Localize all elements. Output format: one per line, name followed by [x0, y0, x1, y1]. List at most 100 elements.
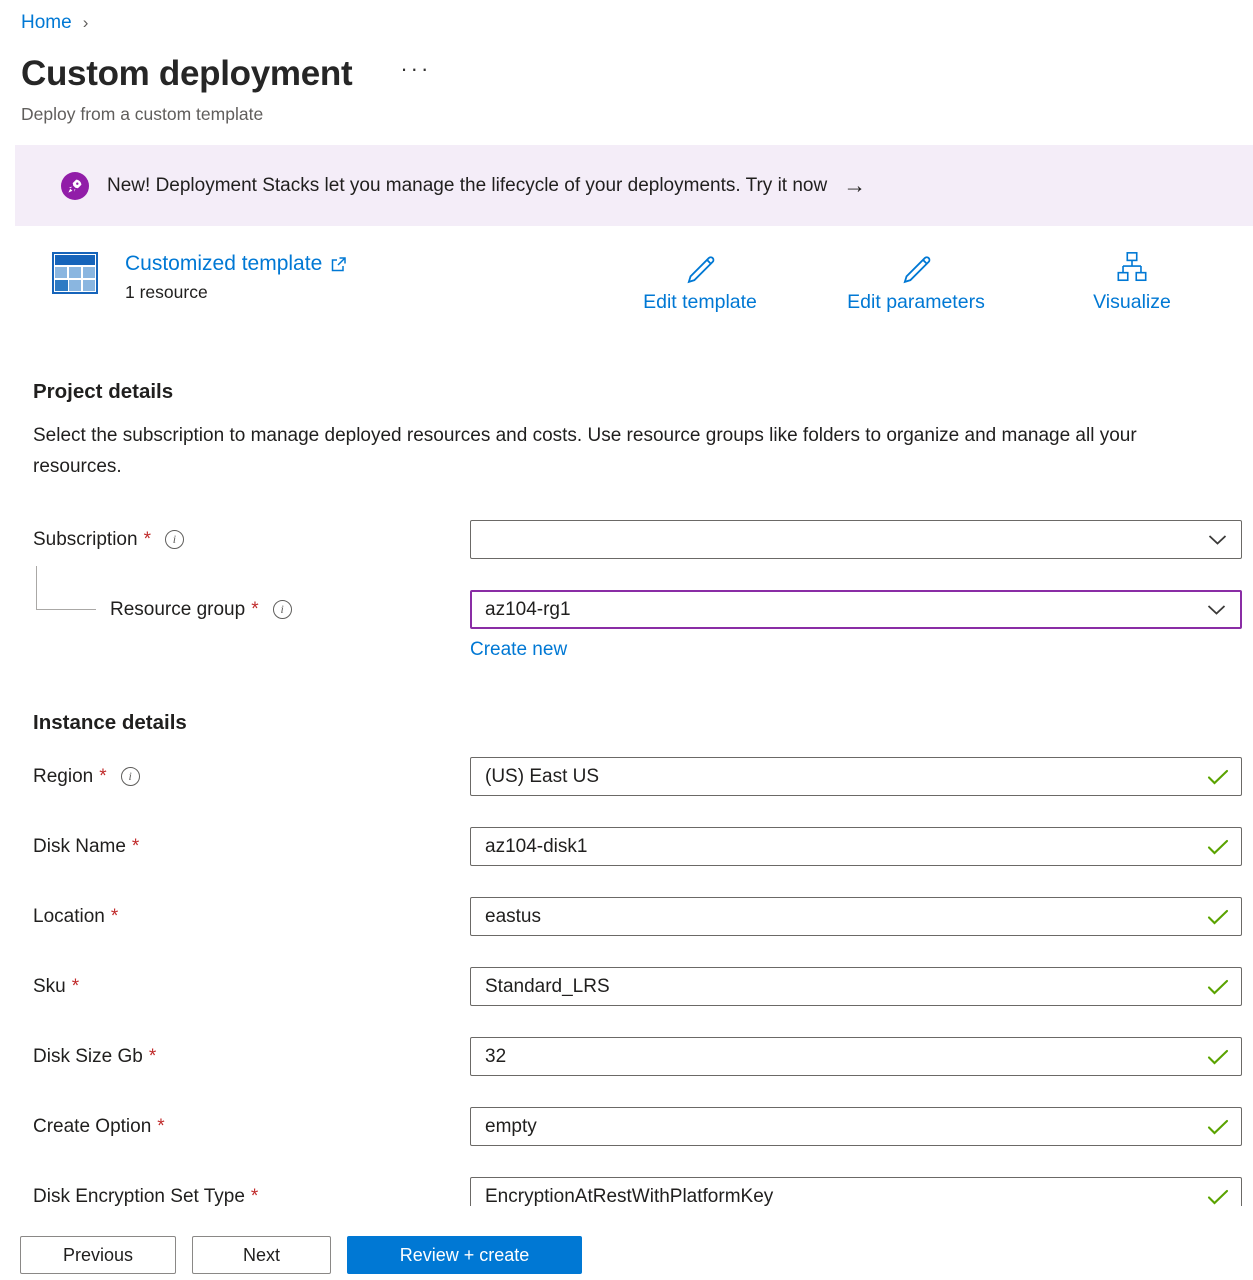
region-input[interactable]: [485, 766, 1227, 788]
create-new-link[interactable]: Create new: [470, 639, 567, 661]
subscription-label: Subscription * i: [33, 529, 470, 551]
create-option-input[interactable]: [485, 1116, 1227, 1138]
edit-template-label: Edit template: [643, 291, 757, 314]
template-link-label: Customized template: [125, 252, 322, 276]
project-details-description: Select the subscription to manage deploy…: [33, 420, 1183, 482]
location-field: [470, 897, 1242, 936]
template-info: Customized template 1 resource: [125, 252, 346, 324]
chevron-down-icon: [1207, 604, 1226, 615]
edit-template-button[interactable]: Edit template: [592, 250, 808, 314]
disk-name-input[interactable]: [485, 836, 1227, 858]
valid-check-icon: [1207, 1189, 1229, 1205]
disk-name-label: Disk Name *: [33, 836, 470, 858]
info-icon[interactable]: i: [121, 767, 140, 786]
next-button[interactable]: Next: [192, 1236, 331, 1274]
subscription-label-text: Subscription: [33, 529, 138, 551]
banner-arrow-icon[interactable]: →: [843, 172, 866, 199]
resource-group-row: Resource group * i az104-rg1: [33, 590, 1253, 629]
page-title: Custom deployment: [21, 54, 352, 94]
location-label: Location *: [33, 906, 470, 928]
disk-size-row: Disk Size Gb *: [33, 1037, 1253, 1076]
valid-check-icon: [1207, 909, 1229, 925]
tree-connector: [36, 566, 96, 610]
sku-row: Sku *: [33, 967, 1253, 1006]
location-input[interactable]: [485, 906, 1227, 928]
title-row: Custom deployment ···: [21, 54, 1253, 94]
disk-encryption-set-type-input[interactable]: [485, 1186, 1227, 1208]
subscription-row: Subscription * i: [33, 520, 1253, 559]
visualize-label: Visualize: [1093, 291, 1171, 314]
required-marker: *: [99, 766, 106, 788]
template-icon: [52, 252, 98, 324]
deployment-stacks-banner[interactable]: New! Deployment Stacks let you manage th…: [15, 145, 1253, 226]
instance-details-heading: Instance details: [33, 711, 1253, 735]
valid-check-icon: [1207, 1119, 1229, 1135]
region-label: Region * i: [33, 766, 470, 788]
sku-field: [470, 967, 1242, 1006]
rocket-icon: [61, 172, 89, 200]
required-marker: *: [72, 976, 79, 998]
external-link-icon: [331, 257, 346, 272]
sku-label-text: Sku: [33, 976, 66, 998]
breadcrumb-home-link[interactable]: Home: [21, 12, 72, 34]
valid-check-icon: [1207, 979, 1229, 995]
required-marker: *: [251, 599, 258, 621]
valid-check-icon: [1207, 1049, 1229, 1065]
info-icon[interactable]: i: [273, 600, 292, 619]
disk-size-input[interactable]: [485, 1046, 1227, 1068]
create-option-label-text: Create Option: [33, 1116, 151, 1138]
region-row: Region * i: [33, 757, 1253, 796]
required-marker: *: [157, 1116, 164, 1138]
sku-input[interactable]: [485, 976, 1227, 998]
disk-size-label: Disk Size Gb *: [33, 1046, 470, 1068]
required-marker: *: [111, 906, 118, 928]
visualize-button[interactable]: Visualize: [1024, 250, 1240, 314]
disk-name-label-text: Disk Name: [33, 836, 126, 858]
resource-group-value: az104-rg1: [485, 599, 571, 621]
project-details-heading: Project details: [33, 380, 1253, 404]
visualize-icon: [1115, 250, 1149, 284]
chevron-down-icon: [1208, 534, 1227, 545]
disk-name-field: [470, 827, 1242, 866]
create-option-field: [470, 1107, 1242, 1146]
disk-size-field: [470, 1037, 1242, 1076]
disk-encryption-set-type-label-text: Disk Encryption Set Type: [33, 1186, 245, 1208]
template-resource-count: 1 resource: [125, 282, 346, 303]
template-actions: Edit template Edit parameters Visualize: [592, 250, 1240, 314]
required-marker: *: [251, 1186, 258, 1208]
region-label-text: Region: [33, 766, 93, 788]
sku-label: Sku *: [33, 976, 470, 998]
breadcrumb: Home ›: [0, 0, 1253, 34]
pencil-icon: [683, 250, 717, 284]
disk-name-row: Disk Name *: [33, 827, 1253, 866]
region-field: [470, 757, 1242, 796]
resource-group-dropdown[interactable]: az104-rg1: [470, 590, 1242, 629]
edit-parameters-button[interactable]: Edit parameters: [808, 250, 1024, 314]
required-marker: *: [132, 836, 139, 858]
breadcrumb-separator: ›: [83, 13, 89, 33]
create-option-label: Create Option *: [33, 1116, 470, 1138]
wizard-footer: Previous Next Review + create: [0, 1206, 1253, 1280]
page-subtitle: Deploy from a custom template: [21, 104, 1253, 125]
previous-button[interactable]: Previous: [20, 1236, 176, 1274]
valid-check-icon: [1207, 839, 1229, 855]
resource-group-label: Resource group * i: [33, 599, 470, 621]
edit-parameters-label: Edit parameters: [847, 291, 985, 314]
subscription-dropdown[interactable]: [470, 520, 1242, 559]
required-marker: *: [144, 529, 151, 551]
more-actions-menu[interactable]: ···: [400, 56, 431, 92]
required-marker: *: [149, 1046, 156, 1068]
valid-check-icon: [1207, 769, 1229, 785]
resource-group-label-text: Resource group: [110, 599, 245, 621]
review-create-button[interactable]: Review + create: [347, 1236, 582, 1274]
disk-encryption-set-type-label: Disk Encryption Set Type *: [33, 1186, 470, 1208]
banner-message: New! Deployment Stacks let you manage th…: [107, 175, 827, 197]
customized-template-link[interactable]: Customized template: [125, 252, 346, 276]
location-label-text: Location: [33, 906, 105, 928]
create-option-row: Create Option *: [33, 1107, 1253, 1146]
disk-size-label-text: Disk Size Gb: [33, 1046, 143, 1068]
custom-deployment-page: Home › Custom deployment ··· Deploy from…: [0, 0, 1253, 1216]
pencil-icon: [899, 250, 933, 284]
location-row: Location *: [33, 897, 1253, 936]
info-icon[interactable]: i: [165, 530, 184, 549]
